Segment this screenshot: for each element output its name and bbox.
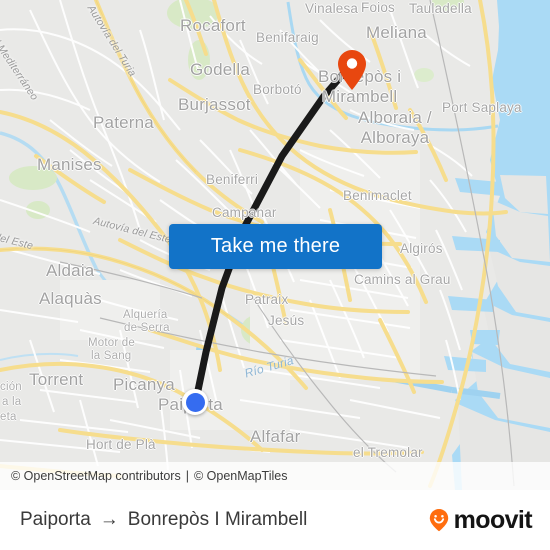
destination-pin-marker[interactable] <box>338 50 366 90</box>
attribution-osm[interactable]: © OpenStreetMap contributors <box>11 469 181 483</box>
origin-location-dot[interactable] <box>182 389 208 415</box>
moovit-map-share-card: Rocafort Godella Burjassot Paterna Manises Al… <box>0 0 550 550</box>
origin-dot-inner <box>185 392 205 412</box>
moovit-pin-icon <box>429 509 448 532</box>
moovit-wordmark: moovit <box>453 505 533 534</box>
map-pin-icon <box>338 50 366 90</box>
attribution-separator: | <box>185 469 189 483</box>
map-canvas[interactable]: Rocafort Godella Burjassot Paterna Manises Al… <box>0 0 550 490</box>
trip-arrow-icon: → <box>99 509 119 530</box>
trip-destination: Bonrepòs I Mirambell <box>127 509 308 530</box>
footer-bar: Paiporta → Bonrepòs I Mirambell moovit <box>0 490 550 550</box>
map-attribution-bar: © OpenStreetMap contributors | © OpenMap… <box>0 462 550 490</box>
trip-origin: Paiporta <box>20 509 91 530</box>
attribution-openmaptiles[interactable]: © OpenMapTiles <box>194 469 288 483</box>
trip-title: Paiporta → Bonrepòs I Mirambell <box>20 509 307 531</box>
take-me-there-button[interactable]: Take me there <box>169 224 382 269</box>
moovit-logo[interactable]: moovit <box>427 505 533 535</box>
